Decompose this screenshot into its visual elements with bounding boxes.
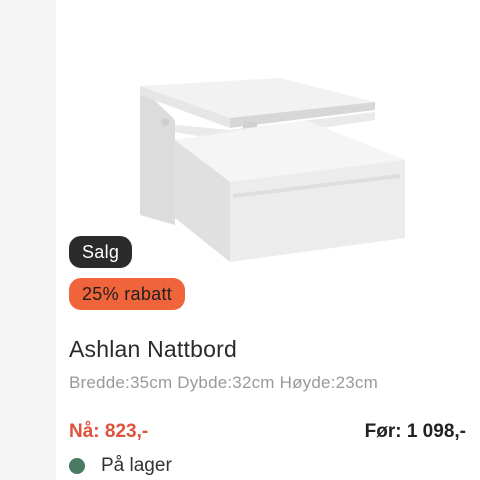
current-price: Nå: 823,-: [69, 421, 149, 442]
discount-badge: 25% rabatt: [69, 278, 186, 310]
stock-indicator-icon: [69, 458, 85, 474]
stock-label: På lager: [101, 455, 172, 476]
product-dimensions: Bredde:35cm Dybde:32cm Høyde:23cm: [69, 373, 378, 392]
sale-badge: Salg: [69, 236, 133, 268]
product-title[interactable]: Ashlan Nattbord: [69, 336, 237, 363]
stock-status: På lager: [69, 455, 172, 477]
original-price: Før: 1 098,-: [364, 421, 466, 442]
